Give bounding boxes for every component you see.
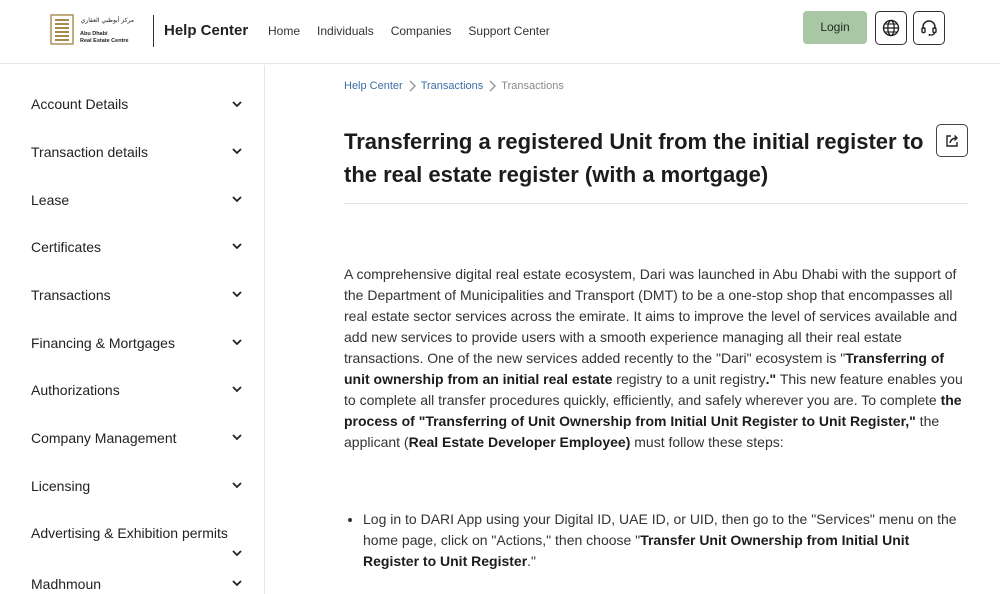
- login-button[interactable]: Login: [803, 11, 867, 44]
- main-nav: Home Individuals Companies Support Cente…: [268, 24, 567, 38]
- title-divider: [344, 203, 968, 204]
- adrec-logo[interactable]: مركز أبوظبي العقاري Abu Dhabi Real Estat…: [50, 14, 146, 46]
- chevron-right-icon: [409, 80, 416, 92]
- nav-companies[interactable]: Companies: [391, 24, 452, 38]
- list-item: Log in to DARI App using your Digital ID…: [363, 509, 969, 572]
- share-button[interactable]: [936, 124, 968, 157]
- support-button[interactable]: [913, 11, 945, 45]
- category-sidebar: Account Details Transaction details Leas…: [0, 65, 265, 594]
- sidebar-item-licensing[interactable]: Licensing: [31, 478, 246, 494]
- nav-individuals[interactable]: Individuals: [317, 24, 374, 38]
- intro-bold-text: .": [765, 371, 777, 387]
- breadcrumb-transactions[interactable]: Transactions: [421, 80, 484, 92]
- sidebar-item-madhmoun[interactable]: Madhmoun: [31, 576, 246, 592]
- logo-divider: [153, 15, 154, 47]
- sidebar-item-financing-mortgages[interactable]: Financing & Mortgages: [31, 335, 246, 351]
- sidebar-item-lease[interactable]: Lease: [31, 192, 246, 208]
- article-intro-paragraph: A comprehensive digital real estate ecos…: [344, 264, 969, 453]
- chevron-down-icon[interactable]: [231, 385, 243, 393]
- chevron-down-icon[interactable]: [231, 338, 243, 346]
- chevron-down-icon[interactable]: [231, 242, 243, 250]
- share-icon: [946, 134, 958, 147]
- chevron-down-icon[interactable]: [231, 549, 243, 557]
- help-center-title[interactable]: Help Center: [164, 22, 248, 39]
- intro-text: must follow these steps:: [630, 434, 784, 450]
- headset-icon: [921, 20, 937, 36]
- chevron-down-icon[interactable]: [231, 433, 243, 441]
- breadcrumb: Help Center Transactions Transactions: [344, 79, 564, 93]
- article-title: Transferring a registered Unit from the …: [344, 129, 924, 187]
- chevron-down-icon[interactable]: [231, 290, 243, 298]
- breadcrumb-current: Transactions: [501, 80, 564, 92]
- intro-text: registry to a unit registry: [612, 371, 766, 387]
- svg-text:Real Estate Centre: Real Estate Centre: [80, 38, 129, 44]
- chevron-down-icon[interactable]: [231, 579, 243, 587]
- nav-home[interactable]: Home: [268, 24, 300, 38]
- svg-text:مركز أبوظبي العقاري: مركز أبوظبي العقاري: [81, 16, 134, 24]
- chevron-right-icon: [489, 80, 497, 92]
- nav-support-center[interactable]: Support Center: [468, 24, 549, 38]
- intro-bold-text: Real Estate Developer Employee): [408, 434, 631, 450]
- article-content: Help Center Transactions Transactions Tr…: [265, 65, 1000, 594]
- sidebar-item-certificates[interactable]: Certificates: [31, 239, 246, 255]
- chevron-down-icon[interactable]: [231, 147, 243, 155]
- sidebar-item-advertising-exhibition-permits[interactable]: Advertising & Exhibition permits: [31, 525, 246, 541]
- svg-text:Abu Dhabi: Abu Dhabi: [80, 31, 108, 37]
- sidebar-item-authorizations[interactable]: Authorizations: [31, 382, 246, 398]
- steps-list: Log in to DARI App using your Digital ID…: [363, 509, 969, 572]
- top-header: مركز أبوظبي العقاري Abu Dhabi Real Estat…: [0, 0, 1000, 64]
- chevron-down-icon[interactable]: [231, 481, 243, 489]
- language-button[interactable]: [875, 11, 907, 45]
- sidebar-item-transactions[interactable]: Transactions: [31, 287, 246, 303]
- globe-icon: [882, 19, 900, 37]
- step-text: .": [527, 553, 536, 569]
- sidebar-item-account-details[interactable]: Account Details: [31, 96, 246, 112]
- chevron-down-icon[interactable]: [231, 195, 243, 203]
- sidebar-item-company-management[interactable]: Company Management: [31, 430, 246, 446]
- breadcrumb-help-center[interactable]: Help Center: [344, 80, 403, 92]
- sidebar-item-transaction-details[interactable]: Transaction details: [31, 144, 246, 160]
- chevron-down-icon[interactable]: [231, 100, 243, 108]
